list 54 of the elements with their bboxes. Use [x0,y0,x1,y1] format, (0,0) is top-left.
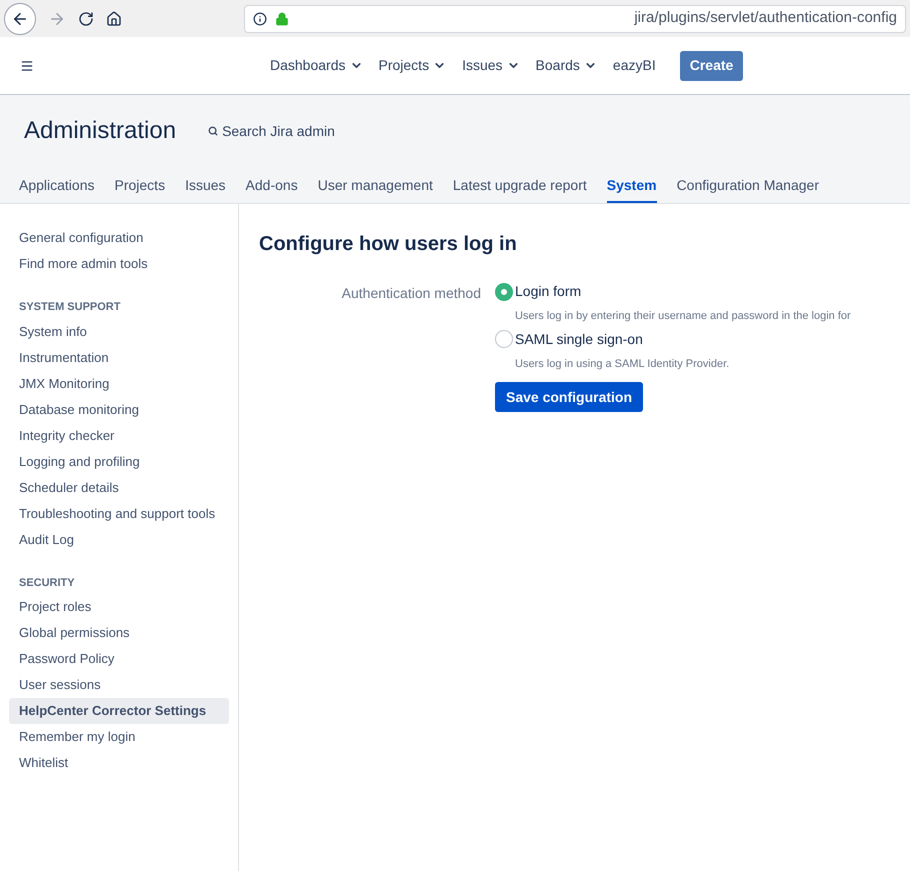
sidebar-item[interactable]: Remember my login [9,724,229,750]
create-button[interactable]: Create [680,50,744,80]
sidebar-item[interactable]: Logging and profiling [9,448,229,474]
sidebar-item[interactable]: Whitelist [9,750,229,776]
nav-menu-item[interactable]: Projects [378,55,446,76]
admin-tab[interactable]: Issues [185,175,226,203]
url-text: jira/plugins/servlet/authentication-config [634,8,897,28]
sidebar-item[interactable]: User sessions [9,672,229,698]
field-label: Authentication method [340,284,482,303]
nav-menu-item[interactable]: Dashboards [270,55,362,76]
sidebar-item[interactable]: Scheduler details [9,474,229,500]
admin-tab[interactable]: Add-ons [246,175,298,203]
home-icon[interactable] [106,10,122,26]
lock-icon [275,12,289,26]
section-title: Configure how users log in [259,232,518,257]
sidebar-item[interactable]: HelpCenter Corrector Settings [9,698,229,724]
sidebar-item[interactable]: Audit Log [9,526,229,552]
menu-icon[interactable] [20,58,34,72]
back-button[interactable] [4,2,36,34]
nav-menu-item[interactable]: eazyBI [612,55,656,76]
sidebar-item[interactable]: System info [9,318,229,344]
sidebar-item[interactable]: Instrumentation [9,344,229,370]
admin-tab[interactable]: Projects [114,175,166,203]
radio-label: SAML single sign-on [515,330,643,349]
admin-tab[interactable]: System [606,175,657,203]
radio-label: Login form [515,282,582,301]
radio-button[interactable] [495,282,513,300]
address-bar[interactable]: jira/plugins/servlet/authentication-config [244,4,906,32]
sidebar-item[interactable]: Integrity checker [9,422,229,448]
sidebar-heading: SECURITY [18,576,76,590]
sidebar-item[interactable]: Global permissions [9,620,229,646]
sidebar-item[interactable]: Password Policy [9,646,229,672]
page-title: Administration [24,116,176,146]
sidebar-item[interactable]: JMX Monitoring [9,370,229,396]
save-button[interactable]: Save configuration [495,382,644,412]
admin-tab[interactable]: Applications [19,175,94,203]
sidebar-item[interactable]: General configuration [9,225,229,251]
sidebar-item[interactable]: Find more admin tools [9,251,229,277]
sidebar-item[interactable]: Database monitoring [9,396,229,422]
info-icon [253,12,267,26]
admin-tab[interactable]: Configuration Manager [676,175,819,203]
option-description: Users log in using a SAML Identity Provider. [515,356,730,372]
search-icon [208,126,218,136]
sidebar-heading: SYSTEM SUPPORT [18,300,122,315]
nav-menu-item[interactable]: Issues [462,55,520,76]
admin-search[interactable]: Search Jira admin [208,120,335,142]
sidebar-item[interactable]: Project roles [9,594,229,620]
reload-icon[interactable] [78,10,94,26]
option-description: Users log in by entering their username and password in the login for [515,309,851,324]
radio-button[interactable] [495,330,513,348]
admin-tab[interactable]: Latest upgrade report [452,175,587,203]
nav-menu-item[interactable]: Boards [536,55,597,76]
sidebar-item[interactable]: Troubleshooting and support tools [9,500,229,526]
admin-tab[interactable]: User management [318,175,433,203]
